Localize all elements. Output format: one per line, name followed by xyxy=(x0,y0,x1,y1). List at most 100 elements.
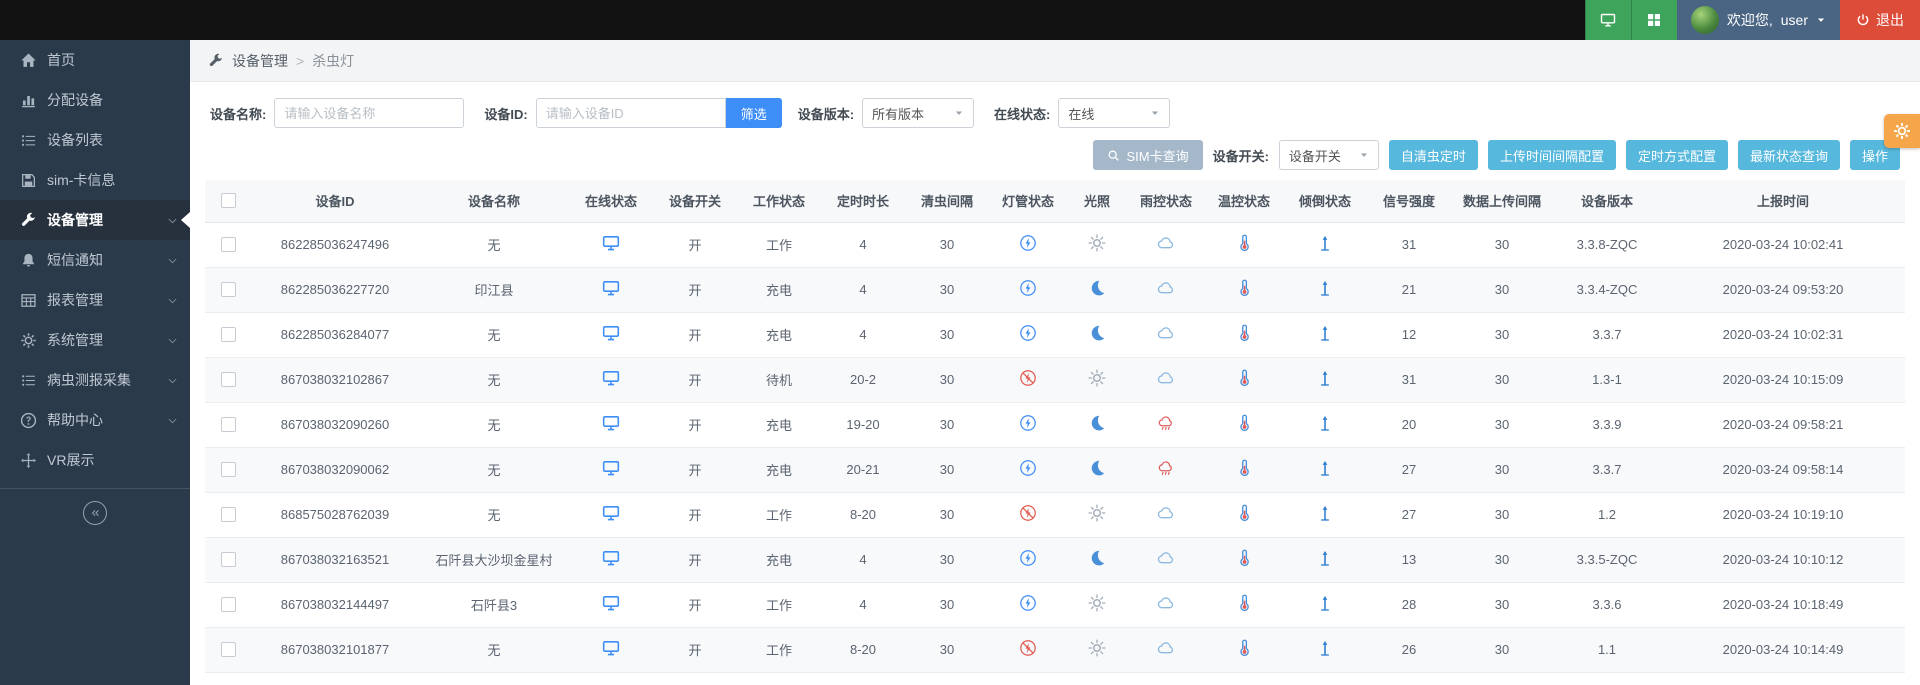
logout-button[interactable]: 退出 xyxy=(1840,0,1920,40)
row-checkbox[interactable] xyxy=(221,237,236,252)
lamp-cell xyxy=(989,312,1067,357)
lamp-cell xyxy=(989,402,1067,447)
moon-icon xyxy=(1088,549,1106,567)
temp-cell xyxy=(1205,357,1283,402)
device-switch-select[interactable]: 设备开关 xyxy=(1279,140,1379,170)
sim-query-button[interactable]: SIM卡查询 xyxy=(1093,140,1202,170)
sidebar-item-3[interactable]: sim-卡信息 xyxy=(0,160,190,200)
username: user xyxy=(1781,12,1808,28)
sidebar-item-label: 系统管理 xyxy=(47,330,167,350)
row-checkbox[interactable] xyxy=(221,507,236,522)
duration-cell: 20-2 xyxy=(821,357,905,402)
row-checkbox[interactable] xyxy=(221,552,236,567)
settings-fab-button[interactable] xyxy=(1884,114,1920,148)
column-header-7: 灯管状态 xyxy=(989,180,1067,222)
upload_interval-cell: 30 xyxy=(1451,447,1553,492)
timing-mode-config-button[interactable]: 定时方式配置 xyxy=(1626,140,1728,170)
sidebar-item-label: 病虫测报采集 xyxy=(47,370,167,390)
row-checkbox[interactable] xyxy=(221,282,236,297)
chevron-down-icon xyxy=(167,375,178,386)
caret-down-icon xyxy=(1816,15,1826,25)
clean_interval-cell: 30 xyxy=(905,222,989,267)
tilt-icon xyxy=(1316,504,1334,522)
duration-cell: 4 xyxy=(821,222,905,267)
upload_interval-cell: 30 xyxy=(1451,582,1553,627)
moon-icon xyxy=(1088,279,1106,297)
row-checkbox[interactable] xyxy=(221,597,236,612)
upload-interval-config-button[interactable]: 上传时间间隔配置 xyxy=(1488,140,1616,170)
online-status-select[interactable]: 在线 xyxy=(1058,98,1170,128)
sidebar-item-label: 短信通知 xyxy=(47,250,167,270)
row-checkbox[interactable] xyxy=(221,642,236,657)
sidebar-item-4[interactable]: 设备管理 xyxy=(0,200,190,240)
signal-cell: 13 xyxy=(1367,537,1451,582)
table-row: 868575028762039无开工作8-203027301.22020-03-… xyxy=(205,492,1905,537)
work_status-cell: 充电 xyxy=(737,267,821,312)
row-checkbox[interactable] xyxy=(221,372,236,387)
thermometer-icon xyxy=(1235,279,1253,297)
sidebar-item-9[interactable]: 帮助中心 xyxy=(0,400,190,440)
device_id-cell: 867038032090062 xyxy=(251,447,419,492)
breadcrumb-section[interactable]: 设备管理 xyxy=(232,51,288,71)
auto-clean-timer-button[interactable]: 自清虫定时 xyxy=(1389,140,1478,170)
column-header-8: 光照 xyxy=(1067,180,1127,222)
thermometer-icon xyxy=(1235,459,1253,477)
topbar: 欢迎您, user 退出 xyxy=(0,0,1920,40)
device-version-select[interactable]: 所有版本 xyxy=(862,98,974,128)
upload_interval-cell: 30 xyxy=(1451,537,1553,582)
thermometer-icon xyxy=(1235,324,1253,342)
sidebar-item-2[interactable]: 设备列表 xyxy=(0,120,190,160)
work_status-cell: 工作 xyxy=(737,222,821,267)
topbar-screen-button[interactable] xyxy=(1585,0,1631,40)
duration-cell: 20-21 xyxy=(821,447,905,492)
sidebar-menu: 首页分配设备设备列表 sim-卡信息设备管理短信通知报表管理系统管理病虫测报采集帮… xyxy=(0,40,190,480)
rain-cell xyxy=(1127,582,1205,627)
sidebar-item-label: sim-卡信息 xyxy=(47,170,178,190)
device-id-label: 设备ID: xyxy=(484,104,527,123)
work_status-cell: 工作 xyxy=(737,582,821,627)
tilt-icon xyxy=(1316,324,1334,342)
sidebar-item-label: VR展示 xyxy=(47,450,178,470)
filter-button[interactable]: 筛选 xyxy=(726,98,782,128)
device_id-cell: 862285036284077 xyxy=(251,312,419,357)
sidebar-item-5[interactable]: 短信通知 xyxy=(0,240,190,280)
sidebar-collapse-button[interactable] xyxy=(83,501,107,525)
lamp-off-icon xyxy=(1019,369,1037,387)
sidebar-item-7[interactable]: 系统管理 xyxy=(0,320,190,360)
column-header-3: 设备开关 xyxy=(653,180,737,222)
sidebar-item-0[interactable]: 首页 xyxy=(0,40,190,80)
sidebar-item-1[interactable]: 分配设备 xyxy=(0,80,190,120)
row-select-cell xyxy=(205,402,251,447)
lamp-on-icon xyxy=(1019,324,1037,342)
select-all-checkbox[interactable] xyxy=(221,193,236,208)
device_name-cell: 无 xyxy=(419,312,569,357)
tilt-cell xyxy=(1283,222,1367,267)
online-status-filter: 在线状态: 在线 xyxy=(994,98,1170,128)
row-select-cell xyxy=(205,222,251,267)
cloud-icon xyxy=(1157,549,1175,567)
signal-cell: 27 xyxy=(1367,447,1451,492)
row-checkbox[interactable] xyxy=(221,417,236,432)
user-menu[interactable]: 欢迎您, user xyxy=(1677,0,1840,40)
online-cell xyxy=(569,267,653,312)
clean_interval-cell: 30 xyxy=(905,447,989,492)
row-checkbox[interactable] xyxy=(221,462,236,477)
online-cell xyxy=(569,537,653,582)
clean_interval-cell: 30 xyxy=(905,627,989,672)
topbar-grid-button[interactable] xyxy=(1631,0,1677,40)
device-name-input[interactable] xyxy=(274,98,464,128)
tilt-icon xyxy=(1316,234,1334,252)
sidebar-item-8[interactable]: 病虫测报采集 xyxy=(0,360,190,400)
row-checkbox[interactable] xyxy=(221,327,236,342)
duration-cell: 8-20 xyxy=(821,627,905,672)
device-switch-label: 设备开关: xyxy=(1213,146,1269,165)
vr-icon xyxy=(20,452,37,469)
sidebar-item-6[interactable]: 报表管理 xyxy=(0,280,190,320)
sun-icon xyxy=(1088,234,1106,252)
sidebar-item-10[interactable]: VR展示 xyxy=(0,440,190,480)
wrench-icon xyxy=(20,212,37,229)
report_time-cell: 2020-03-24 10:14:49 xyxy=(1661,627,1905,672)
chart-icon xyxy=(20,92,37,109)
latest-status-query-button[interactable]: 最新状态查询 xyxy=(1738,140,1840,170)
device-id-input[interactable] xyxy=(536,98,726,128)
